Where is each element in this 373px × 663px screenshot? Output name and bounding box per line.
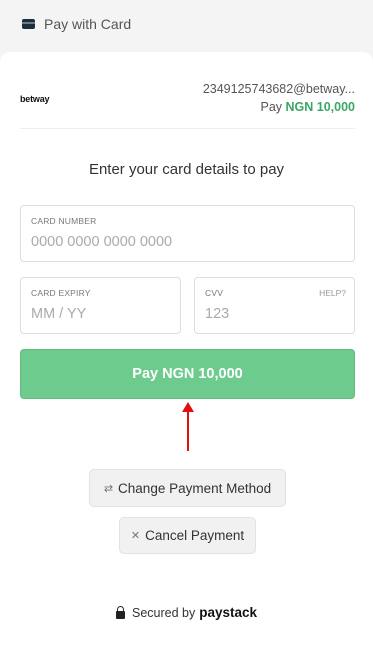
close-icon: ✕: [130, 530, 141, 542]
payment-panel: betway 2349125743682@betway... Pay NGN 1…: [0, 52, 373, 663]
card-number-field[interactable]: CARD NUMBER 0000 0000 0000 0000: [20, 205, 355, 262]
card-icon: [22, 19, 35, 29]
card-expiry-placeholder: MM / YY: [31, 306, 87, 322]
amount-line: Pay NGN 10,000: [260, 100, 355, 114]
amount-value: NGN 10,000: [285, 100, 355, 114]
swap-icon: ⇄: [103, 482, 114, 495]
header-bar: Pay with Card: [0, 0, 373, 48]
change-payment-method-label: Change Payment Method: [118, 480, 272, 496]
cvv-placeholder: 123: [205, 306, 230, 322]
secured-by-footer: Secured by paystack: [0, 605, 373, 620]
cvv-field[interactable]: CVV HELP? 123: [194, 277, 355, 334]
form-heading: Enter your card details to pay: [88, 161, 285, 178]
card-expiry-field[interactable]: CARD EXPIRY MM / YY: [20, 277, 181, 334]
secured-text: Secured by: [131, 605, 196, 620]
pay-button[interactable]: Pay NGN 10,000: [20, 349, 355, 399]
cvv-label: CVV: [205, 288, 224, 298]
cancel-payment-label: Cancel Payment: [145, 528, 245, 543]
card-expiry-label: CARD EXPIRY: [31, 288, 91, 298]
cvv-help-link[interactable]: HELP?: [319, 288, 346, 298]
cancel-payment-button[interactable]: ✕ Cancel Payment: [119, 517, 256, 554]
card-number-placeholder: 0000 0000 0000 0000: [31, 234, 173, 250]
change-payment-method-button[interactable]: ⇄ Change Payment Method: [89, 469, 286, 507]
customer-email: 2349125743682@betway...: [202, 82, 355, 96]
merchant-info: betway 2349125743682@betway... Pay NGN 1…: [20, 82, 355, 129]
merchant-logo: betway: [20, 94, 50, 104]
red-arrow-up-icon: [182, 402, 194, 451]
header-title: Pay with Card: [44, 16, 132, 32]
lock-icon: [115, 605, 125, 619]
paystack-logo: paystack: [199, 605, 258, 620]
amount-prefix: Pay: [260, 100, 283, 114]
card-number-label: CARD NUMBER: [31, 216, 97, 226]
